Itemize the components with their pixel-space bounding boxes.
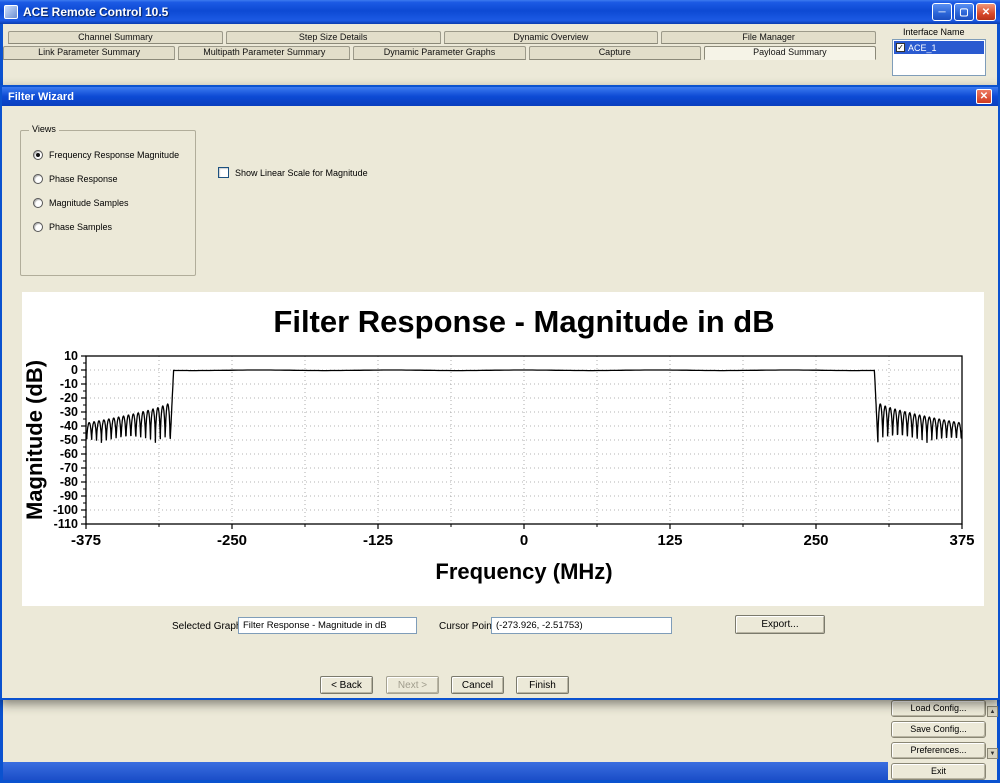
- tab-link-parameter-summary[interactable]: Link Parameter Summary: [3, 46, 175, 60]
- y-tick-label: -100: [53, 503, 78, 517]
- x-tick-label: 125: [657, 532, 682, 549]
- cursor-point-input[interactable]: [491, 617, 672, 634]
- scroll-down-button[interactable]: ▼: [987, 748, 998, 759]
- radio-magnitude-samples[interactable]: Magnitude Samples: [33, 197, 129, 209]
- y-tick-label: -20: [60, 391, 78, 405]
- interface-list-item[interactable]: ✓ACE_1: [894, 41, 984, 54]
- linear-scale-checkbox-row[interactable]: Show Linear Scale for Magnitude: [218, 167, 368, 178]
- close-button[interactable]: ✕: [976, 3, 996, 21]
- filter-response-chart[interactable]: -375-250-1250125250375100-10-20-30-40-50…: [22, 292, 984, 606]
- tab-step-size-details[interactable]: Step Size Details: [226, 31, 441, 44]
- y-tick-label: -90: [60, 489, 78, 503]
- radio-phase-samples[interactable]: Phase Samples: [33, 221, 112, 233]
- interface-name-label: Interface Name: [903, 27, 965, 37]
- y-tick-label: 10: [64, 349, 78, 363]
- radio-label: Phase Samples: [49, 222, 112, 232]
- tab-strip-row1: Channel SummaryStep Size DetailsDynamic …: [8, 31, 876, 44]
- interface-item-checkbox[interactable]: ✓: [896, 43, 905, 52]
- y-tick-label: -80: [60, 475, 78, 489]
- chart-panel: -375-250-1250125250375100-10-20-30-40-50…: [22, 292, 984, 606]
- x-tick-label: 250: [803, 532, 828, 549]
- radio-label: Frequency Response Magnitude: [49, 150, 179, 160]
- tab-multipath-parameter-summary[interactable]: Multipath Parameter Summary: [178, 46, 350, 60]
- next-button[interactable]: Next >: [386, 676, 439, 694]
- radio-button-icon[interactable]: [33, 150, 43, 160]
- dialog-close-button[interactable]: ✕: [976, 89, 992, 104]
- exit-button[interactable]: Exit: [891, 763, 986, 780]
- selected-graph-label: Selected Graph:: [172, 621, 244, 632]
- linear-scale-checkbox[interactable]: [218, 167, 229, 178]
- dialog-titlebar[interactable]: Filter Wizard ✕: [2, 87, 998, 106]
- y-tick-label: -10: [60, 377, 78, 391]
- radio-phase-response[interactable]: Phase Response: [33, 173, 118, 185]
- dialog-title: Filter Wizard: [8, 91, 74, 103]
- tab-channel-summary[interactable]: Channel Summary: [8, 31, 223, 44]
- y-tick-label: -70: [60, 461, 78, 475]
- linear-scale-label: Show Linear Scale for Magnitude: [235, 168, 368, 178]
- preferences-button[interactable]: Preferences...: [891, 742, 986, 759]
- back-button[interactable]: < Back: [320, 676, 373, 694]
- radio-button-icon[interactable]: [33, 174, 43, 184]
- x-tick-label: -250: [217, 532, 247, 549]
- y-tick-label: 0: [71, 363, 78, 377]
- finish-button[interactable]: Finish: [516, 676, 569, 694]
- dialog-body: Views Frequency Response Magnitude Phase …: [2, 106, 998, 698]
- x-tick-label: -375: [71, 532, 101, 549]
- export-button[interactable]: Export...: [735, 615, 825, 634]
- tab-dynamic-overview[interactable]: Dynamic Overview: [444, 31, 659, 44]
- interface-list[interactable]: ✓ACE_1: [892, 39, 986, 76]
- y-tick-label: -50: [60, 433, 78, 447]
- radio-button-icon[interactable]: [33, 198, 43, 208]
- status-strip: [3, 762, 888, 780]
- views-legend: Views: [29, 124, 59, 134]
- chart-title: Filter Response - Magnitude in dB: [273, 304, 774, 339]
- radio-button-icon[interactable]: [33, 222, 43, 232]
- x-axis-label: Frequency (MHz): [435, 559, 612, 584]
- tab-payload-summary[interactable]: Payload Summary: [704, 46, 876, 60]
- radio-frequency-response-magnitude[interactable]: Frequency Response Magnitude: [33, 149, 179, 161]
- y-tick-label: -60: [60, 447, 78, 461]
- x-tick-label: 375: [949, 532, 974, 549]
- radio-label: Phase Response: [49, 174, 118, 184]
- window-titlebar[interactable]: ACE Remote Control 10.5 ─ ▢ ✕: [0, 0, 1000, 24]
- app-icon: [4, 5, 18, 19]
- ace-remote-control-window: ACE Remote Control 10.5 ─ ▢ ✕ Channel Su…: [0, 0, 1000, 783]
- window-title: ACE Remote Control 10.5: [23, 5, 930, 19]
- x-tick-label: -125: [363, 532, 393, 549]
- filter-wizard-dialog: Filter Wizard ✕ Views Frequency Response…: [0, 85, 1000, 700]
- radio-label: Magnitude Samples: [49, 198, 129, 208]
- tab-dynamic-parameter-graphs[interactable]: Dynamic Parameter Graphs: [353, 46, 525, 60]
- tab-capture[interactable]: Capture: [529, 46, 701, 60]
- scroll-up-button[interactable]: ▲: [987, 706, 998, 717]
- y-tick-label: -40: [60, 419, 78, 433]
- tab-strip-row2: Link Parameter SummaryMultipath Paramete…: [3, 46, 876, 60]
- load-config-button[interactable]: Load Config...: [891, 700, 986, 717]
- tab-file-manager[interactable]: File Manager: [661, 31, 876, 44]
- y-axis-label: Magnitude (dB): [22, 360, 47, 520]
- save-config-button[interactable]: Save Config...: [891, 721, 986, 738]
- cancel-button[interactable]: Cancel: [451, 676, 504, 694]
- minimize-button[interactable]: ─: [932, 3, 952, 21]
- interface-item-label: ACE_1: [908, 43, 937, 53]
- cursor-point-label: Cursor Point:: [439, 621, 497, 632]
- y-tick-label: -30: [60, 405, 78, 419]
- x-tick-label: 0: [520, 532, 528, 549]
- selected-graph-input[interactable]: [238, 617, 417, 634]
- maximize-button[interactable]: ▢: [954, 3, 974, 21]
- views-groupbox: Views Frequency Response MagnitudePhase …: [20, 130, 196, 276]
- y-tick-label: -110: [54, 517, 78, 531]
